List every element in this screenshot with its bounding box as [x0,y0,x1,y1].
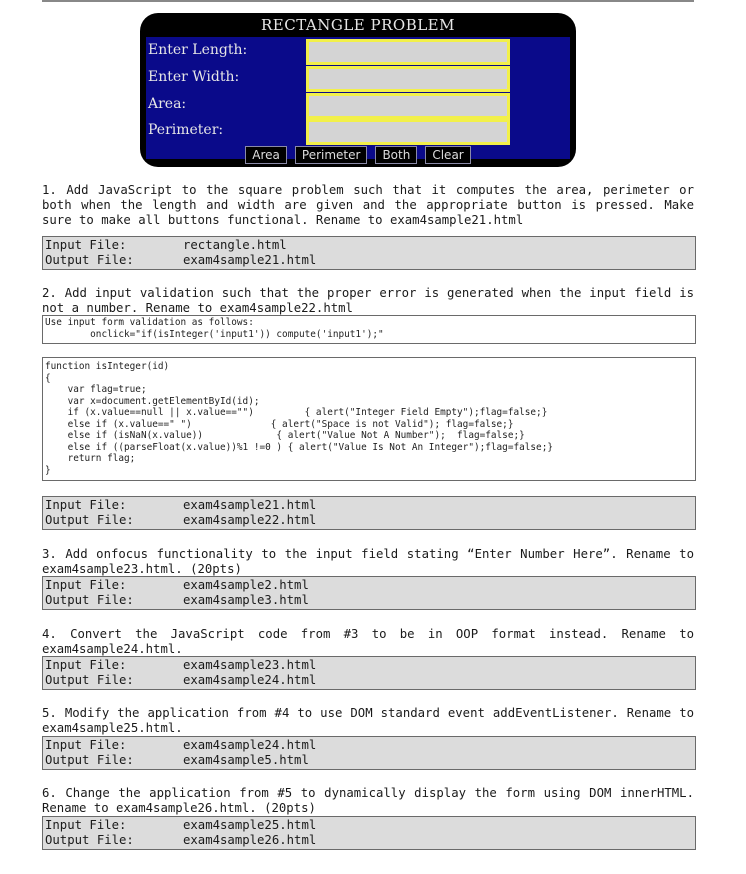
input-file-value: exam4sample2.html [183,578,309,592]
output-file-label: Output File: [45,593,134,607]
task-6-text: 6. Change the application from #5 to dyn… [42,786,694,815]
input-file-value: exam4sample23.html [183,658,317,672]
both-button[interactable]: Both [375,146,418,164]
perimeter-row: Perimeter: [148,119,568,145]
output-file-label: Output File: [45,673,134,687]
code-line: return flag; [45,453,136,464]
output-file-value: exam4sample21.html [183,253,317,267]
area-input[interactable] [306,93,510,119]
area-button[interactable]: Area [245,146,287,164]
area-label: Area: [148,96,187,112]
perimeter-label: Perimeter: [148,122,224,138]
output-file-value: exam4sample3.html [183,593,309,607]
length-label: Enter Length: [148,42,248,58]
task-5-text: 5. Modify the application from #4 to use… [42,706,694,735]
code-line: else if ((parseFloat(x.value))%1 !=0 ) {… [45,441,553,453]
clear-button[interactable]: Clear [425,146,471,164]
validation-hint-box: Use input form validation as follows: on… [42,315,696,344]
input-file-label: Input File: [45,658,127,672]
code-line: if (x.value==null || x.value=="") { aler… [45,407,548,418]
form-title: RECTANGLE PROBLEM [260,16,455,34]
output-file-label: Output File: [45,833,134,847]
hint-line: onclick="if(isInteger('input1')) compute… [45,328,384,340]
code-line: else if (x.value==" ") { alert("Space is… [45,418,514,430]
task-6-files: Input File: exam4sample25.html Output Fil… [42,816,696,850]
output-file-label: Output File: [45,753,134,767]
code-line: var flag=true; [45,384,147,395]
input-file-label: Input File: [45,578,127,592]
task-2-text: 2. Add input validation such that the pr… [42,286,694,315]
hint-line: Use input form validation as follows: [45,317,254,328]
code-line: } [45,464,51,476]
input-file-value: rectangle.html [183,238,287,252]
area-row: Area: [148,93,568,119]
output-file-value: exam4sample24.html [183,673,317,687]
output-file-value: exam4sample26.html [183,833,317,847]
form-buttons: Area Perimeter Both Clear [140,146,576,164]
output-file-label: Output File: [45,513,134,527]
task-3-files: Input File: exam4sample2.html Output File… [42,576,696,610]
code-box: function isInteger(id){ var flag=true; v… [42,357,696,481]
task-4-text: 4. Convert the JavaScript code from #3 t… [42,627,694,656]
width-label: Enter Width: [148,69,240,85]
code-line: { [45,372,51,384]
task-5-files: Input File: exam4sample24.html Output Fil… [42,736,696,770]
width-row: Enter Width: [148,66,568,92]
input-file-label: Input File: [45,238,127,252]
task-3-text: 3. Add onfocus functionality to the inpu… [42,547,694,576]
perimeter-input[interactable] [306,119,510,145]
code-line: else if (isNaN(x.value)) { alert("Value … [45,430,525,441]
perimeter-button[interactable]: Perimeter [294,146,368,164]
length-row: Enter Length: [148,39,568,65]
output-file-label: Output File: [45,253,134,267]
output-file-value: exam4sample22.html [183,513,317,527]
input-file-label: Input File: [45,498,127,512]
input-file-value: exam4sample24.html [183,738,317,752]
length-input[interactable] [306,39,510,65]
input-file-value: exam4sample21.html [183,498,317,512]
input-file-label: Input File: [45,738,127,752]
task-1-text: 1. Add JavaScript to the square problem … [42,183,694,227]
task-1-files: Input File: rectangle.html Output File: ex… [42,236,696,270]
code-line: var x=document.getElementById(id); [45,395,260,407]
task-2-files: Input File: exam4sample21.html Output Fil… [42,496,696,530]
width-input[interactable] [306,66,510,92]
top-divider [42,0,694,2]
task-4-files: Input File: exam4sample23.html Output Fil… [42,656,696,690]
output-file-value: exam4sample5.html [183,753,309,767]
input-file-value: exam4sample25.html [183,818,317,832]
input-file-label: Input File: [45,818,127,832]
code-line: function isInteger(id) [45,361,170,372]
rectangle-problem-form: RECTANGLE PROBLEM Enter Length: Enter Wi… [140,13,576,167]
